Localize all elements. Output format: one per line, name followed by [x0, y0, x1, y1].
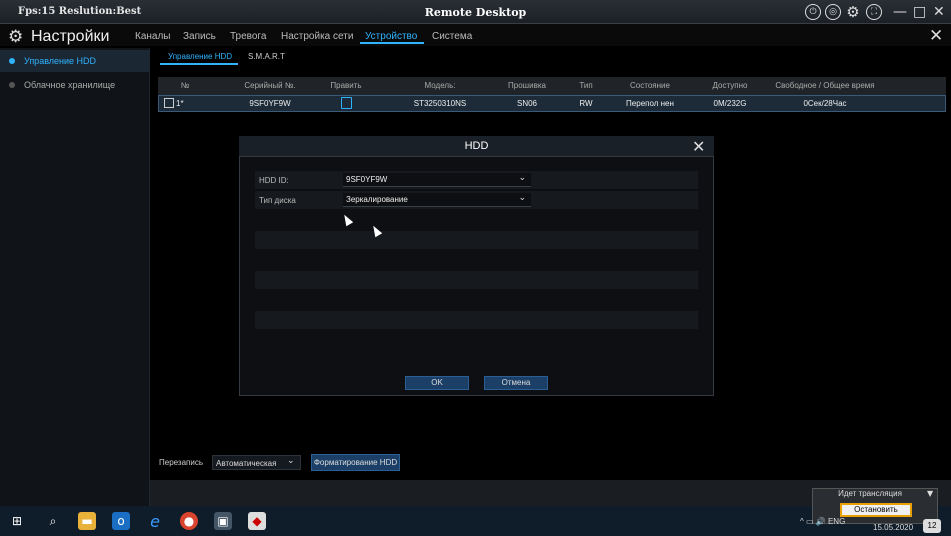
format-hdd-button[interactable]: Форматирование HDD: [311, 454, 400, 471]
hdd-id-label: HDD ID:: [259, 176, 289, 185]
dialog-title: HDD: [464, 140, 489, 152]
col-firmware: Прошивка: [508, 81, 546, 90]
cell-available: 0M/232G: [713, 99, 747, 108]
sidebar-dot-icon: [9, 82, 15, 88]
maximize-icon[interactable]: □: [913, 4, 926, 20]
col-free-total: Свободное / Общее время: [775, 81, 875, 90]
menu-channels[interactable]: Каналы: [135, 31, 171, 42]
power-icon[interactable]: ⏻: [805, 4, 821, 20]
hdd-id-value: 9SF0YF9W: [346, 175, 388, 184]
disk-type-value: Зеркалирование: [346, 195, 408, 204]
menu-system[interactable]: Система: [432, 31, 472, 42]
chevron-down-icon[interactable]: ▼: [927, 489, 933, 498]
chevron-down-icon: ⌄: [518, 193, 526, 203]
cms-app-icon[interactable]: ◆: [248, 512, 266, 530]
cell-number: 1*: [176, 99, 184, 108]
tab-hdd-management[interactable]: Управление HDD: [168, 52, 232, 61]
close-window-icon[interactable]: ✕: [933, 4, 945, 20]
sidebar-item-cloud[interactable]: Облачное хранилище: [0, 74, 150, 96]
col-model: Модель:: [424, 81, 456, 90]
chevron-down-icon: ⌄: [518, 173, 526, 183]
search-icon[interactable]: ⌕: [44, 512, 62, 530]
col-number: №: [180, 81, 190, 90]
sidebar-item-label: Управление HDD: [24, 56, 97, 66]
menu-network[interactable]: Настройка сети: [281, 31, 353, 42]
col-available: Доступно: [712, 81, 748, 90]
settings-icon[interactable]: ⚙: [845, 3, 861, 21]
active-menu-underline: [360, 42, 424, 44]
cell-type: RW: [579, 99, 593, 108]
chrome-icon[interactable]: ●: [180, 512, 198, 530]
notification-badge[interactable]: 12: [923, 519, 941, 533]
dialog-close-icon[interactable]: ✕: [692, 137, 705, 156]
sidebar-item-hdd[interactable]: Управление HDD: [0, 50, 150, 72]
cell-free-total: 0Сек/28Час: [803, 99, 847, 108]
language-indicator[interactable]: ENG: [828, 517, 845, 526]
active-tab-underline: [160, 63, 238, 65]
tab-smart[interactable]: S.M.A.R.T: [248, 52, 285, 61]
remote-app-icon[interactable]: ▣: [214, 512, 232, 530]
sidebar: [0, 48, 150, 506]
menu-device[interactable]: Устройство: [365, 31, 417, 42]
disk-type-select[interactable]: Зеркалирование ⌄: [343, 193, 531, 207]
outlook-icon[interactable]: o: [112, 512, 130, 530]
file-explorer-icon[interactable]: ▬: [78, 512, 96, 530]
gear-icon: ⚙: [8, 27, 24, 47]
minimize-icon[interactable]: —: [893, 4, 907, 20]
col-type: Тип: [579, 81, 593, 90]
disk-type-label: Тип диска: [259, 196, 296, 205]
menu-record[interactable]: Запись: [183, 31, 216, 42]
col-edit: Править: [330, 81, 362, 90]
record-icon[interactable]: ◎: [825, 4, 841, 20]
edit-icon[interactable]: [341, 97, 352, 109]
edge-icon[interactable]: e: [146, 512, 164, 531]
stream-status: Идет трансляция: [838, 489, 902, 498]
menu-alarm[interactable]: Тревога: [230, 31, 266, 42]
close-settings-icon[interactable]: ✕: [929, 26, 943, 46]
sidebar-item-label: Облачное хранилище: [24, 80, 116, 90]
row-checkbox[interactable]: [164, 98, 174, 108]
cancel-button[interactable]: Отмена: [484, 376, 548, 390]
dialog-row-stripe: [255, 231, 698, 249]
fullscreen-icon[interactable]: ⛶: [866, 4, 882, 20]
taskbar-date: 15.05.2020: [873, 523, 914, 532]
hdd-id-select[interactable]: 9SF0YF9W ⌄: [343, 173, 531, 187]
chevron-down-icon: ⌄: [287, 456, 295, 466]
overwrite-label: Перезапись: [159, 458, 204, 467]
sidebar-dot-icon: [9, 58, 15, 64]
dialog-row-stripe: [255, 271, 698, 289]
dialog-row-stripe: [255, 311, 698, 329]
cell-status: Перепол нен: [626, 99, 674, 108]
col-status: Состояние: [630, 81, 670, 90]
cell-serial: 9SF0YF9W: [249, 99, 291, 108]
ok-button[interactable]: OK: [405, 376, 469, 390]
cell-firmware: SN06: [516, 99, 537, 108]
stop-stream-button[interactable]: Остановить: [840, 503, 912, 517]
system-tray: ^ ▭ 🔊 ENG: [800, 517, 846, 526]
col-serial: Серийный №.: [244, 81, 296, 90]
page-title: Настройки: [31, 28, 110, 45]
windows-start-icon[interactable]: ⊞: [8, 512, 26, 530]
cell-model: ST3250310NS: [413, 99, 467, 108]
